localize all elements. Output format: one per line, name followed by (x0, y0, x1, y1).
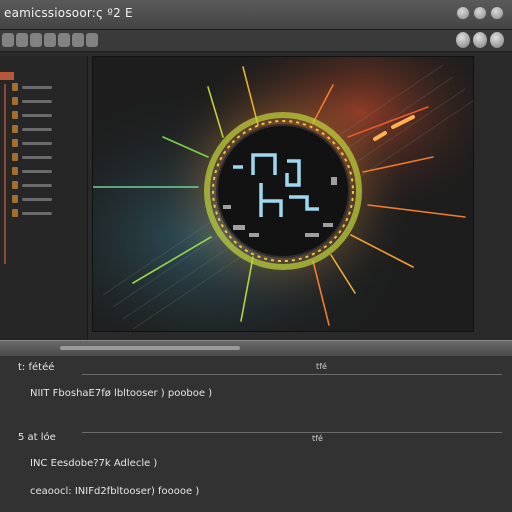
panel-splitter[interactable] (0, 340, 512, 356)
toolbar-left-icons (2, 33, 98, 47)
console-panel: t: fétéé tfé NIIT FboshaE7fø lbltooser )… (0, 356, 512, 512)
list-item[interactable] (12, 164, 52, 178)
side-rail (4, 84, 6, 264)
back-icon[interactable] (2, 33, 14, 47)
save-icon[interactable] (44, 33, 56, 47)
title-bar: eamicssiosoor:ς º2 E (0, 0, 512, 30)
refresh-icon[interactable] (473, 32, 487, 48)
list-item[interactable] (12, 150, 52, 164)
toolbar (0, 30, 512, 52)
window-controls (456, 6, 504, 20)
main-canvas[interactable] (92, 56, 474, 332)
list-item[interactable] (12, 108, 52, 122)
list-item[interactable] (12, 136, 52, 150)
console-line: NIIT FboshaE7fø lbltooser ) pooboe ) (30, 388, 213, 399)
copy-icon[interactable] (72, 33, 84, 47)
splitter-grip[interactable] (60, 346, 240, 350)
list-item[interactable] (12, 206, 52, 220)
console-line: t: fétéé (18, 362, 55, 373)
timeline-track[interactable] (82, 374, 502, 375)
folder-icon[interactable] (30, 33, 42, 47)
forward-icon[interactable] (16, 33, 28, 47)
side-list (12, 80, 52, 220)
window-title: eamicssiosoor:ς º2 E (4, 6, 133, 20)
track-end-label: tfé (316, 362, 327, 371)
settings-icon[interactable] (456, 32, 470, 48)
chip-illustration (93, 57, 473, 331)
close-icon[interactable] (490, 6, 504, 20)
list-item[interactable] (12, 122, 52, 136)
maximize-icon[interactable] (473, 6, 487, 20)
side-panel (0, 56, 88, 340)
console-line: 5 at lóe (18, 432, 56, 443)
toolbar-right-icons (456, 32, 504, 48)
timeline-track[interactable] (82, 432, 502, 433)
chip-core (216, 124, 350, 258)
search-icon[interactable] (490, 32, 504, 48)
cut-icon[interactable] (58, 33, 70, 47)
list-item[interactable] (12, 192, 52, 206)
list-item[interactable] (12, 94, 52, 108)
list-item[interactable] (12, 178, 52, 192)
minimize-icon[interactable] (456, 6, 470, 20)
console-line: ceaoocl: INIFd2fbltooser) fooooe ) (30, 486, 200, 497)
track-end-label: tfé (312, 434, 323, 443)
side-marker (0, 72, 14, 80)
console-line: INC Eesdobe?7k Adlecle ) (30, 458, 158, 469)
list-item[interactable] (12, 80, 52, 94)
paste-icon[interactable] (86, 33, 98, 47)
